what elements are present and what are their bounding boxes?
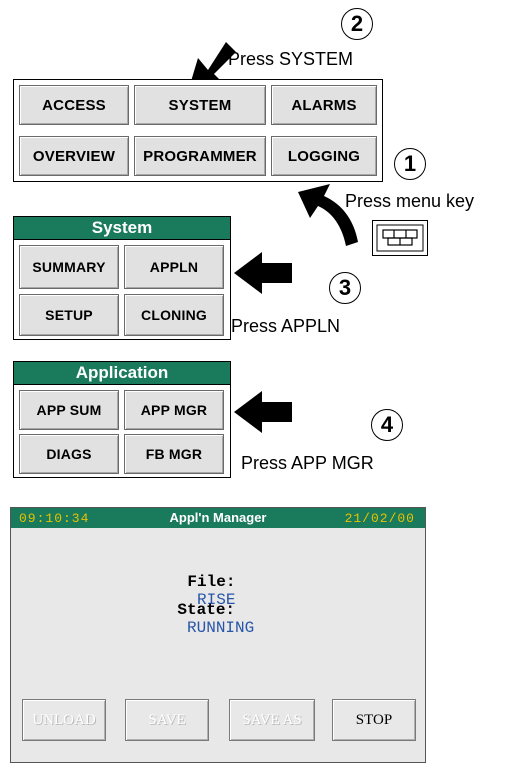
system-button[interactable]: SYSTEM (134, 85, 266, 125)
programmer-button[interactable]: PROGRAMMER (134, 136, 266, 176)
step-4-caption: Press APP MGR (241, 453, 374, 473)
screen-title-bar: 09:10:34 Appl'n Manager 21/02/00 (11, 508, 425, 528)
setup-button[interactable]: SETUP (19, 294, 119, 336)
diags-button[interactable]: DIAGS (19, 434, 119, 474)
step-3-marker: 3 (329, 272, 361, 304)
left-arrow-icon (234, 391, 292, 433)
step-1-number: 1 (403, 151, 417, 176)
system-menu-title: System (13, 216, 231, 240)
access-button[interactable]: ACCESS (19, 85, 129, 125)
app-mgr-button[interactable]: APP MGR (124, 390, 224, 430)
state-row: State: RUNNING (139, 583, 254, 655)
appln-button[interactable]: APPLN (124, 245, 224, 289)
cloning-button[interactable]: CLONING (124, 294, 224, 336)
step-3-caption: Press APPLN (231, 316, 341, 336)
step-3-number: 3 (338, 275, 352, 300)
unload-button[interactable]: UNLOAD (22, 699, 106, 741)
step-4-marker: 4 (371, 409, 403, 441)
state-value: RUNNING (187, 619, 255, 637)
curved-arrow-icon (298, 184, 358, 246)
appln-manager-screen: 09:10:34 Appl'n Manager 21/02/00 File: R… (10, 507, 426, 763)
left-arrow-icon (234, 252, 292, 294)
summary-button[interactable]: SUMMARY (19, 245, 119, 289)
alarms-button[interactable]: ALARMS (271, 85, 377, 125)
stop-button[interactable]: STOP (332, 699, 416, 741)
step-2-caption: Press SYSTEM (228, 49, 354, 69)
application-menu-title: Application (13, 361, 231, 385)
menu-key-icon[interactable] (372, 220, 428, 256)
step-2-marker: 2 (341, 8, 373, 40)
step-1-marker: 1 (394, 148, 426, 180)
state-label: State: (177, 601, 236, 619)
logging-button[interactable]: LOGGING (271, 136, 377, 176)
step-2-number: 2 (350, 11, 364, 36)
clock-date: 21/02/00 (344, 511, 415, 526)
save-as-button[interactable]: SAVE AS (229, 699, 315, 741)
fb-mgr-button[interactable]: FB MGR (124, 434, 224, 474)
save-button[interactable]: SAVE (125, 699, 209, 741)
step-4-number: 4 (380, 412, 394, 437)
overview-button[interactable]: OVERVIEW (19, 136, 129, 176)
app-sum-button[interactable]: APP SUM (19, 390, 119, 430)
